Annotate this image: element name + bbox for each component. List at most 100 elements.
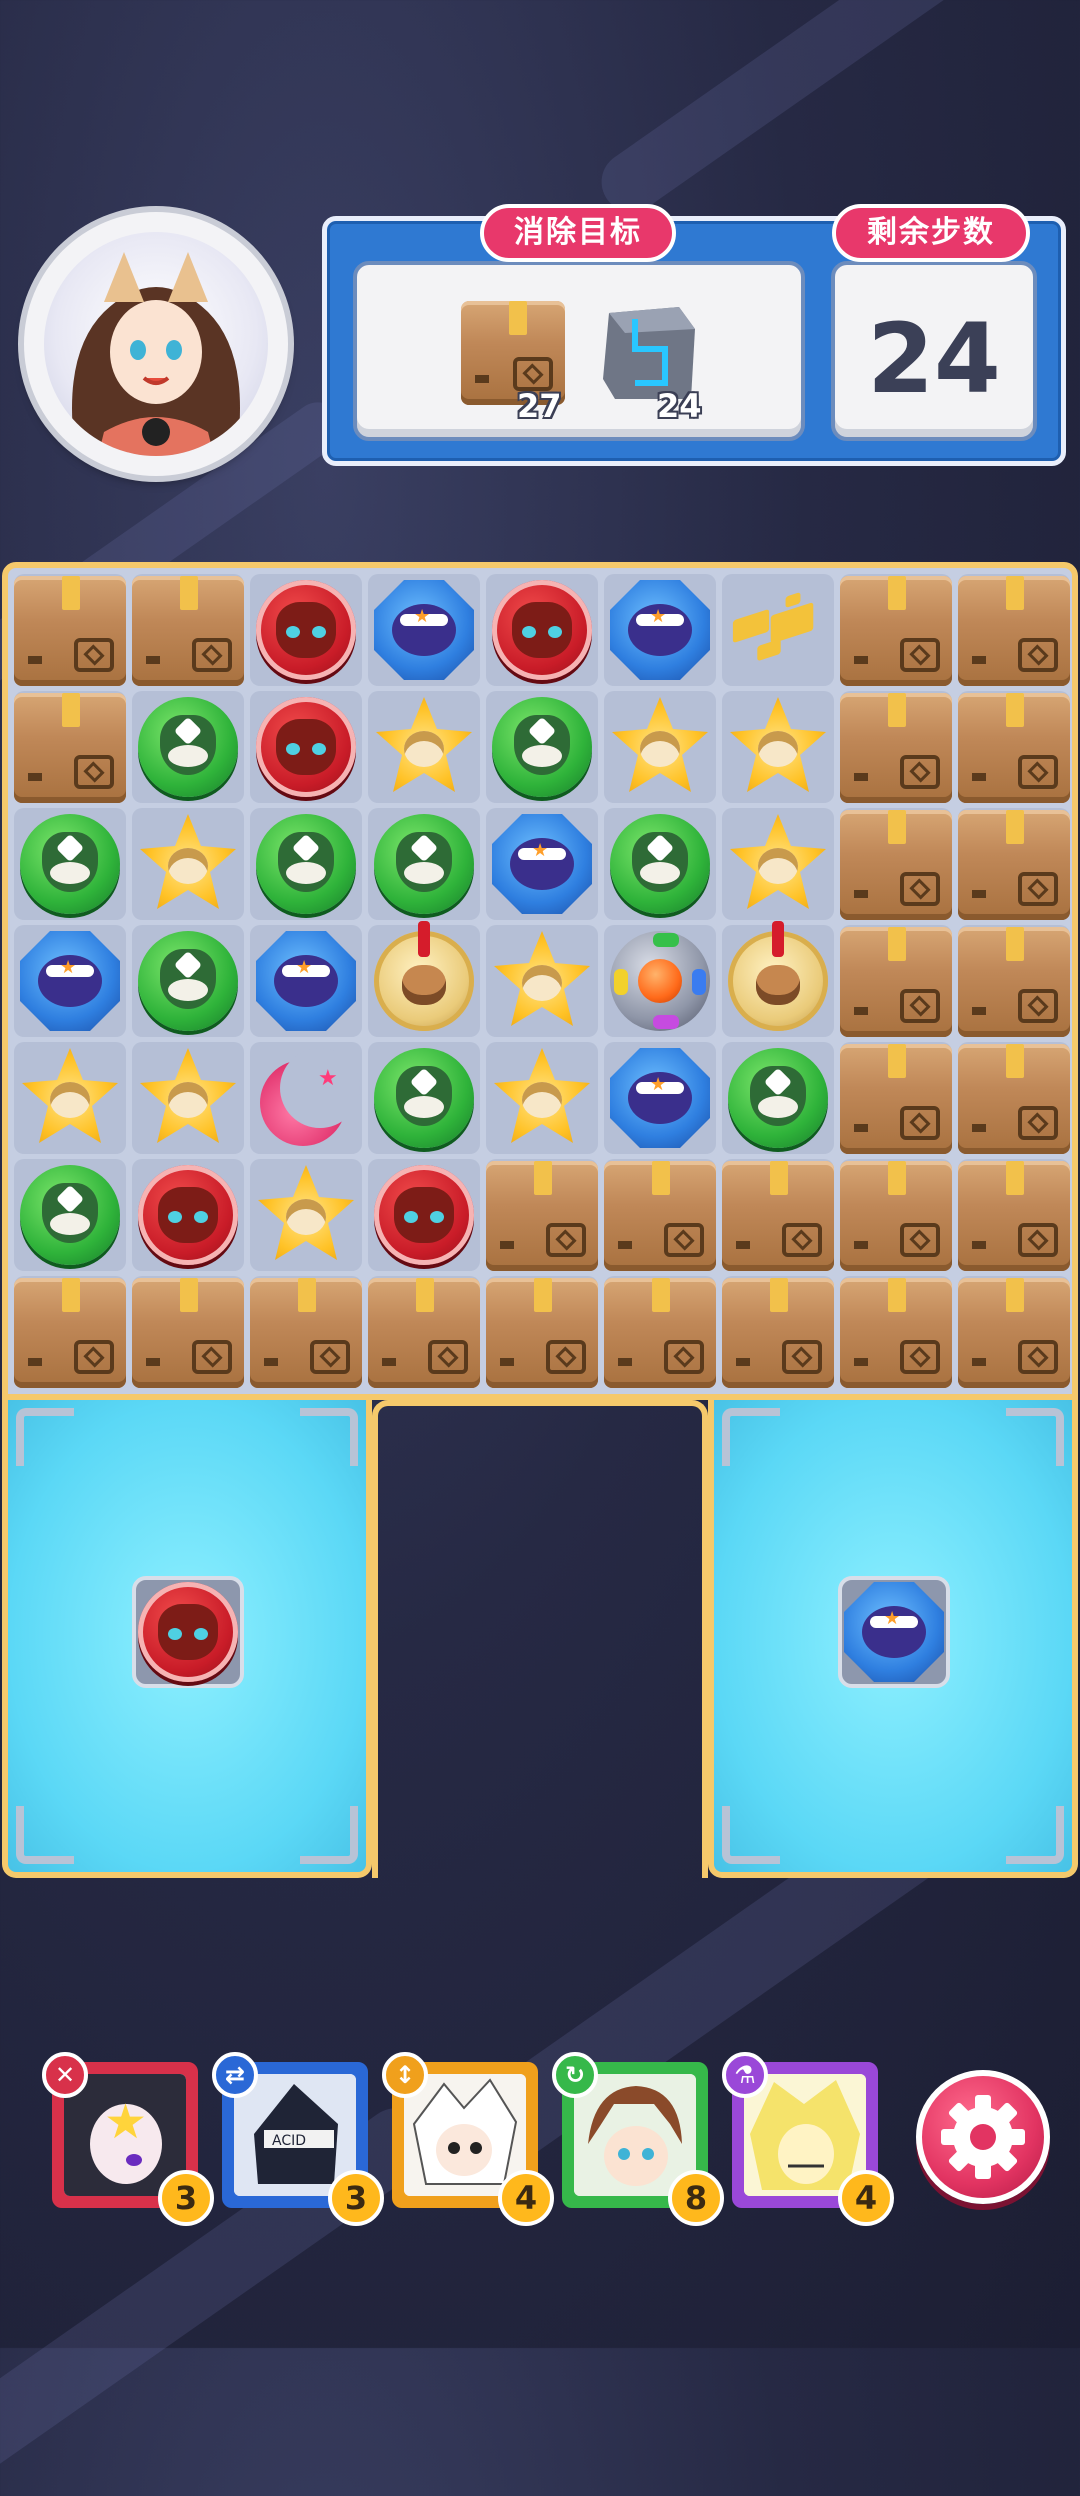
cardboard-box[interactable]: [604, 1278, 716, 1388]
board-cell[interactable]: [12, 1040, 128, 1156]
cardboard-box[interactable]: [958, 1044, 1070, 1154]
board-cell[interactable]: [248, 689, 364, 805]
cardboard-box[interactable]: [14, 576, 126, 686]
board-cell[interactable]: [248, 806, 364, 922]
board-cell[interactable]: [130, 689, 246, 805]
color-bomb-piece[interactable]: [610, 931, 710, 1031]
cardboard-box[interactable]: [604, 1161, 716, 1271]
board-cell[interactable]: [956, 1157, 1072, 1273]
cardboard-box[interactable]: [840, 810, 952, 920]
board-cell[interactable]: [248, 923, 364, 1039]
cardboard-box[interactable]: [132, 1278, 244, 1388]
board-cell[interactable]: [720, 921, 836, 1039]
red-spiky-piece[interactable]: [374, 1165, 474, 1265]
cardboard-box[interactable]: [14, 1278, 126, 1388]
green-leaf-piece[interactable]: [20, 814, 120, 914]
board-cell[interactable]: [956, 923, 1072, 1039]
cardboard-box[interactable]: [722, 1278, 834, 1388]
blue-ninja-piece[interactable]: [610, 1048, 710, 1148]
board-cell[interactable]: [838, 689, 954, 805]
gold-shards[interactable]: [732, 591, 822, 664]
cardboard-box[interactable]: [958, 1278, 1070, 1388]
board-cell[interactable]: [484, 572, 600, 688]
collector-slot-left[interactable]: [132, 1576, 244, 1688]
board-cell[interactable]: [602, 1157, 718, 1273]
board-cell[interactable]: [366, 921, 482, 1039]
green-leaf-piece[interactable]: [20, 1165, 120, 1265]
green-leaf-piece[interactable]: [374, 1048, 474, 1148]
blue-ninja-piece[interactable]: [610, 580, 710, 680]
board-cell[interactable]: [12, 806, 128, 922]
cardboard-box[interactable]: [840, 1161, 952, 1271]
board-cell[interactable]: [248, 1157, 364, 1273]
board-cell[interactable]: [838, 1274, 954, 1390]
board-cell[interactable]: [130, 923, 246, 1039]
board-cell[interactable]: [366, 1274, 482, 1390]
board-cell[interactable]: [484, 689, 600, 805]
red-spiky-piece[interactable]: [138, 1165, 238, 1265]
cardboard-box[interactable]: [250, 1278, 362, 1388]
cardboard-box[interactable]: [958, 693, 1070, 803]
green-leaf-piece[interactable]: [728, 1048, 828, 1148]
board-cell[interactable]: [838, 1157, 954, 1273]
board-cell[interactable]: [12, 1274, 128, 1390]
green-leaf-piece[interactable]: [138, 697, 238, 797]
board-cell[interactable]: [956, 806, 1072, 922]
blue-ninja-piece[interactable]: [256, 931, 356, 1031]
board-cell[interactable]: [602, 572, 718, 688]
board-cell[interactable]: [12, 572, 128, 688]
cardboard-box[interactable]: [132, 576, 244, 686]
board-cell[interactable]: [602, 806, 718, 922]
board-cell[interactable]: [956, 1040, 1072, 1156]
player-avatar[interactable]: [24, 212, 288, 476]
board-cell[interactable]: [130, 1274, 246, 1390]
helmet-medal-piece[interactable]: [728, 921, 828, 1031]
board-cell[interactable]: [484, 1274, 600, 1390]
red-spiky-piece[interactable]: [492, 580, 592, 680]
cardboard-box[interactable]: [486, 1278, 598, 1388]
cardboard-box[interactable]: [958, 576, 1070, 686]
helmet-medal-piece[interactable]: [374, 921, 474, 1031]
cardboard-box[interactable]: [840, 1044, 952, 1154]
cardboard-box[interactable]: [14, 693, 126, 803]
board-cell[interactable]: [130, 572, 246, 688]
blue-ninja-piece[interactable]: [492, 814, 592, 914]
blue-ninja-piece[interactable]: [20, 931, 120, 1031]
settings-button[interactable]: [916, 2070, 1050, 2204]
board-cell[interactable]: [720, 1157, 836, 1273]
board-cell[interactable]: [720, 1274, 836, 1390]
board-cell[interactable]: [838, 1040, 954, 1156]
board-cell[interactable]: ★: [248, 1040, 364, 1156]
cardboard-box[interactable]: [840, 1278, 952, 1388]
hero-masked-blue-card[interactable]: ACID ⇄ 3: [212, 2052, 384, 2226]
board-cell[interactable]: [366, 689, 482, 805]
board-cell[interactable]: [838, 923, 954, 1039]
board-cell[interactable]: [130, 806, 246, 922]
hero-brown-hair-card[interactable]: ↻ 8: [552, 2052, 724, 2226]
board-cell[interactable]: [12, 923, 128, 1039]
cardboard-box[interactable]: [958, 1161, 1070, 1271]
board-cell[interactable]: [956, 572, 1072, 688]
red-spiky-piece[interactable]: [256, 580, 356, 680]
pink-moon-piece[interactable]: ★: [254, 1046, 360, 1150]
board-cell[interactable]: [602, 689, 718, 805]
cardboard-box[interactable]: [722, 1161, 834, 1271]
cardboard-box[interactable]: [840, 927, 952, 1037]
board-cell[interactable]: [484, 1157, 600, 1273]
board-cell[interactable]: [484, 1040, 600, 1156]
red-spiky-piece[interactable]: [256, 697, 356, 797]
board-cell[interactable]: [956, 689, 1072, 805]
cardboard-box[interactable]: [958, 810, 1070, 920]
cardboard-box[interactable]: [840, 576, 952, 686]
cardboard-box[interactable]: [840, 693, 952, 803]
hero-star-hood-card[interactable]: ★ ✕ 3: [42, 2052, 214, 2226]
board-cell[interactable]: [12, 689, 128, 805]
cardboard-box[interactable]: [486, 1161, 598, 1271]
green-leaf-piece[interactable]: [374, 814, 474, 914]
blue-ninja-piece[interactable]: [374, 580, 474, 680]
board-cell[interactable]: [366, 572, 482, 688]
cardboard-box[interactable]: [958, 927, 1070, 1037]
board-cell[interactable]: [484, 806, 600, 922]
board-cell[interactable]: [720, 1040, 836, 1156]
board-cell[interactable]: [130, 1157, 246, 1273]
